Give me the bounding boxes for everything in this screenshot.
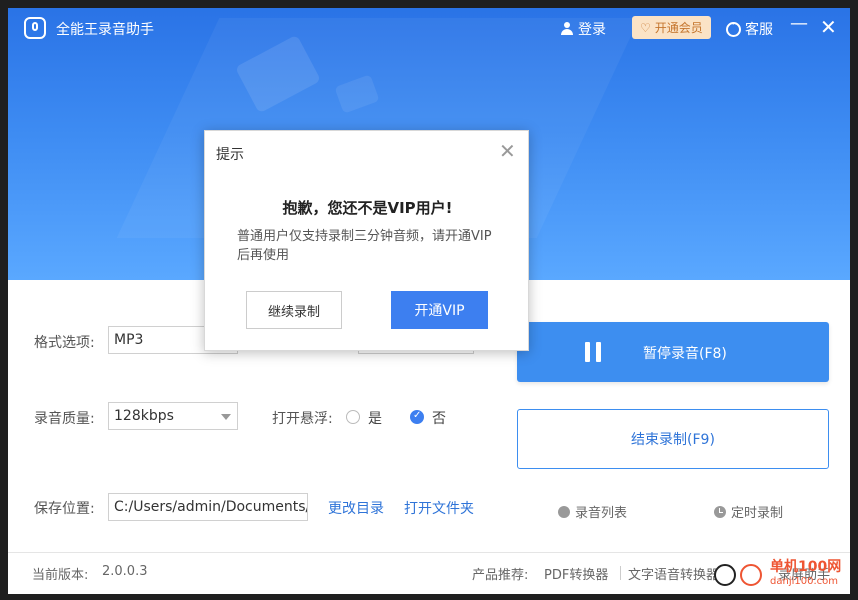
- float-no-label: 否: [432, 411, 446, 427]
- vip-membership-button[interactable]: ♡ 开通会员: [632, 16, 711, 39]
- login-label: 登录: [578, 22, 606, 38]
- recommend-label: 产品推荐:: [472, 568, 529, 583]
- watermark-text: 单机100网: [770, 559, 842, 575]
- vip-label: 开通会员: [654, 21, 703, 35]
- quality-select[interactable]: 128kbps: [108, 402, 238, 430]
- site-watermark: 单机100网 danji100.com: [714, 556, 854, 596]
- continue-recording-button[interactable]: 继续录制: [246, 291, 342, 329]
- scheduled-recording-label: 定时录制: [731, 506, 784, 521]
- dialog-title: 提示: [216, 147, 244, 163]
- chat-icon: [726, 21, 741, 37]
- chevron-down-icon: [221, 414, 231, 420]
- float-no-radio[interactable]: [410, 410, 424, 424]
- product-pdf-link[interactable]: PDF转换器: [544, 564, 608, 583]
- customer-service-button[interactable]: 客服: [726, 19, 773, 39]
- save-path-input[interactable]: C:/Users/admin/Documents/3: [108, 493, 308, 521]
- open-folder-link[interactable]: 打开文件夹: [404, 498, 474, 518]
- close-icon[interactable]: ✕: [499, 139, 516, 163]
- version-value: 2.0.0.3: [102, 564, 148, 579]
- quality-value: 128kbps: [114, 408, 174, 424]
- recording-list-link[interactable]: 录音列表: [558, 502, 627, 521]
- format-label: 格式选项:: [34, 335, 95, 351]
- footer-separator: [620, 566, 621, 580]
- diamond-icon: ♡: [640, 20, 651, 35]
- pause-icon: [585, 342, 603, 362]
- dialog-message: 普通用户仅支持录制三分钟音频，请开通VIP后再使用: [237, 229, 492, 263]
- end-recording-button[interactable]: 结束录制(F9): [517, 409, 829, 469]
- microphone-icon: [24, 17, 46, 39]
- app-window: 全能王录音助手 登录 ♡ 开通会员 客服 — ✕ 格式选项: MP3 录音质量:…: [8, 8, 850, 594]
- format-value: MP3: [114, 332, 144, 348]
- save-location-label: 保存位置:: [34, 501, 95, 517]
- float-label: 打开悬浮:: [272, 411, 333, 427]
- footer-divider: [8, 552, 850, 553]
- scheduled-recording-link[interactable]: 定时录制: [714, 502, 783, 521]
- quality-label: 录音质量:: [34, 411, 95, 427]
- user-icon: [560, 22, 574, 36]
- login-button[interactable]: 登录: [560, 19, 606, 39]
- change-directory-link[interactable]: 更改目录: [328, 498, 384, 518]
- microphone-icon: [558, 505, 570, 518]
- service-label: 客服: [745, 22, 773, 38]
- float-yes-label: 是: [368, 411, 382, 427]
- recording-list-label: 录音列表: [575, 506, 628, 521]
- watermark-logo-icon: [714, 564, 736, 586]
- version-label: 当前版本:: [32, 568, 89, 583]
- close-window-button[interactable]: ✕: [820, 15, 837, 39]
- clock-icon: [714, 505, 726, 518]
- watermark-subtext: danji100.com: [770, 576, 838, 587]
- open-vip-button[interactable]: 开通VIP: [391, 291, 488, 329]
- vip-prompt-dialog: 提示 ✕ 抱歉，您还不是VIP用户! 普通用户仅支持录制三分钟音频，请开通VIP…: [204, 130, 529, 351]
- minimize-button[interactable]: —: [790, 13, 808, 34]
- save-path-value: C:/Users/admin/Documents/3: [114, 499, 308, 515]
- product-tts-link[interactable]: 文字语音转换器: [628, 564, 719, 583]
- watermark-logo-icon: [740, 564, 762, 586]
- pause-recording-button[interactable]: 暂停录音(F8): [517, 322, 829, 382]
- float-yes-radio[interactable]: [346, 410, 360, 424]
- app-title: 全能王录音助手: [56, 22, 154, 38]
- pause-label: 暂停录音(F8): [643, 346, 727, 362]
- dialog-heading: 抱歉，您还不是VIP用户!: [282, 199, 453, 217]
